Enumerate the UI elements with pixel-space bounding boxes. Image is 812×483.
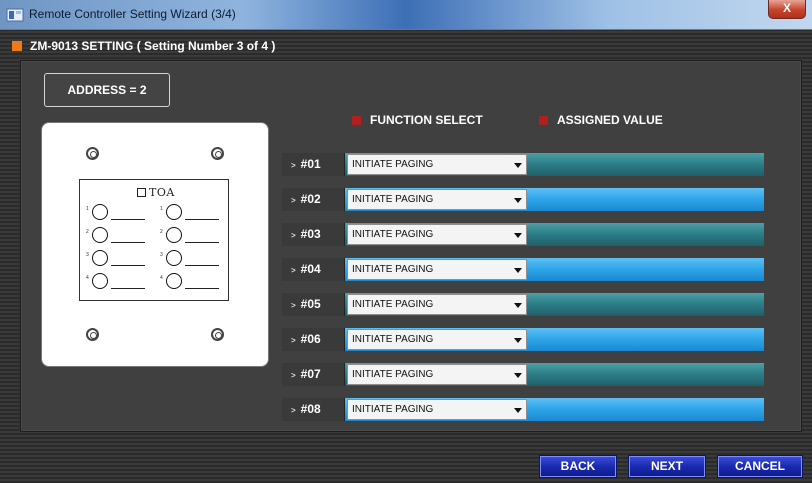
arrow-right-icon: > xyxy=(291,266,296,275)
row-label: > #01 xyxy=(282,153,345,176)
cancel-button[interactable]: CANCEL xyxy=(718,456,802,477)
close-button[interactable]: X xyxy=(768,0,806,19)
function-select[interactable]: INITIATE PAGING xyxy=(347,154,527,175)
row-label: > #03 xyxy=(282,223,345,246)
title-bar: Remote Controller Setting Wizard (3/4) X xyxy=(0,0,812,30)
chevron-down-icon[interactable] xyxy=(514,198,522,203)
function-row: > #07 INITIATE PAGING xyxy=(282,363,764,386)
button-panel: TOA 1 1 2 2 3 3 4 4 xyxy=(79,179,229,301)
function-select[interactable]: INITIATE PAGING xyxy=(347,364,527,385)
row-label: > #07 xyxy=(282,363,345,386)
arrow-right-icon: > xyxy=(291,196,296,205)
panel-button-slot: 1 xyxy=(160,202,228,224)
row-label: > #04 xyxy=(282,258,345,281)
setting-header: ZM-9013 SETTING ( Setting Number 3 of 4 … xyxy=(12,39,275,53)
chevron-down-icon[interactable] xyxy=(514,338,522,343)
panel-button-slot: 2 xyxy=(160,225,228,247)
function-select[interactable]: INITIATE PAGING xyxy=(347,189,527,210)
function-select[interactable]: INITIATE PAGING xyxy=(347,259,527,280)
row-label: > #05 xyxy=(282,293,345,316)
chevron-down-icon[interactable] xyxy=(514,163,522,168)
row-label: > #08 xyxy=(282,398,345,421)
function-row: > #04 INITIATE PAGING xyxy=(282,258,764,281)
chevron-down-icon[interactable] xyxy=(514,408,522,413)
function-row: > #03 INITIATE PAGING xyxy=(282,223,764,246)
function-row: > #02 INITIATE PAGING xyxy=(282,188,764,211)
arrow-right-icon: > xyxy=(291,231,296,240)
next-button[interactable]: NEXT xyxy=(629,456,705,477)
arrow-right-icon: > xyxy=(291,161,296,170)
panel-button-slot: 4 xyxy=(86,271,154,293)
arrow-right-icon: > xyxy=(291,406,296,415)
panel-button-slot: 3 xyxy=(160,248,228,270)
header-marker-icon xyxy=(352,115,361,125)
screw-icon xyxy=(86,147,99,160)
settings-panel: ADDRESS = 2 TOA 1 1 2 2 3 3 4 4 FUNCTION… xyxy=(20,60,802,432)
function-row: > #08 INITIATE PAGING xyxy=(282,398,764,421)
address-display: ADDRESS = 2 xyxy=(44,73,170,107)
back-button[interactable]: BACK xyxy=(540,456,616,477)
function-select-header: FUNCTION SELECT xyxy=(352,113,483,127)
wizard-window: ZM-9013 SETTING ( Setting Number 3 of 4 … xyxy=(0,30,812,483)
function-select[interactable]: INITIATE PAGING xyxy=(347,294,527,315)
function-row: > #05 INITIATE PAGING xyxy=(282,293,764,316)
function-row: > #06 INITIATE PAGING xyxy=(282,328,764,351)
arrow-right-icon: > xyxy=(291,301,296,310)
function-row: > #01 INITIATE PAGING xyxy=(282,153,764,176)
row-label: > #02 xyxy=(282,188,345,211)
row-label: > #06 xyxy=(282,328,345,351)
function-select[interactable]: INITIATE PAGING xyxy=(347,224,527,245)
panel-button-slot: 2 xyxy=(86,225,154,247)
screw-icon xyxy=(86,328,99,341)
function-select[interactable]: INITIATE PAGING xyxy=(347,329,527,350)
chevron-down-icon[interactable] xyxy=(514,233,522,238)
header-marker-icon xyxy=(12,41,22,51)
toa-emblem-icon xyxy=(137,188,146,197)
arrow-right-icon: > xyxy=(291,336,296,345)
setting-title: ZM-9013 SETTING ( Setting Number 3 of 4 … xyxy=(30,39,276,53)
function-select[interactable]: INITIATE PAGING xyxy=(347,399,527,420)
header-marker-icon xyxy=(539,115,548,125)
panel-button-slot: 3 xyxy=(86,248,154,270)
screw-icon xyxy=(211,328,224,341)
window-title: Remote Controller Setting Wizard (3/4) xyxy=(29,7,236,21)
app-icon xyxy=(6,8,24,22)
toa-logo: TOA xyxy=(137,186,177,200)
remote-controller-illustration: TOA 1 1 2 2 3 3 4 4 xyxy=(41,122,269,367)
chevron-down-icon[interactable] xyxy=(514,373,522,378)
chevron-down-icon[interactable] xyxy=(514,268,522,273)
screw-icon xyxy=(211,147,224,160)
panel-button-slot: 4 xyxy=(160,271,228,293)
assigned-value-header: ASSIGNED VALUE xyxy=(539,113,663,127)
arrow-right-icon: > xyxy=(291,371,296,380)
chevron-down-icon[interactable] xyxy=(514,303,522,308)
panel-button-slot: 1 xyxy=(86,202,154,224)
